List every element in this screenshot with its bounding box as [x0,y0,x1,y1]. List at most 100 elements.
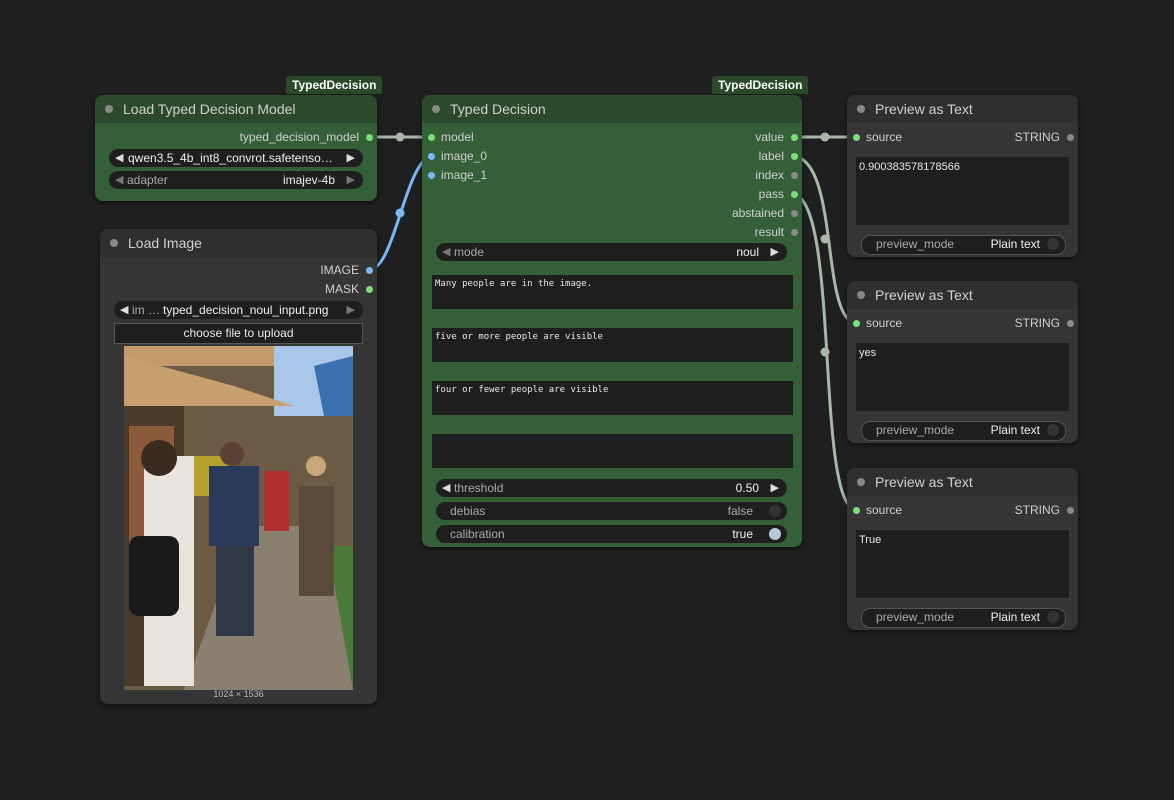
toggle-knob-icon[interactable] [1047,611,1059,623]
output-socket-string[interactable] [1067,320,1074,327]
output-socket-mask[interactable] [366,286,373,293]
left-arrow-icon[interactable]: ◀ [115,171,123,189]
output-socket-image[interactable] [366,267,373,274]
input-label: source [866,503,903,517]
output-socket-string[interactable] [1067,134,1074,141]
preview-text-node-2[interactable]: Preview as Text source STRING yes previe… [847,281,1078,443]
threshold-slider[interactable]: ◀ threshold 0.50 ▶ [436,479,787,497]
input-socket-source[interactable] [853,507,860,514]
input-socket-image0[interactable] [428,153,435,160]
preview-mode-toggle[interactable]: preview_mode Plain text [861,235,1066,255]
node-title-text: Typed Decision [450,101,546,117]
input-socket-model[interactable] [428,134,435,141]
prompt-textarea-4[interactable] [432,434,793,468]
output-label: label [758,149,784,163]
collapse-dot-icon[interactable] [105,105,113,113]
right-arrow-icon[interactable]: ▶ [347,171,355,189]
toggle-value: true [732,527,753,541]
node-title[interactable]: Preview as Text [847,281,1078,309]
collapse-dot-icon[interactable] [857,105,865,113]
output-label: value [755,130,784,144]
debias-toggle[interactable]: debias false [436,502,787,520]
slider-label: threshold [454,481,504,495]
node-title-text: Load Typed Decision Model [123,101,296,117]
preview-text[interactable]: 0.900383578178566 [856,157,1069,225]
toggle-knob-icon[interactable] [769,528,781,540]
collapse-dot-icon[interactable] [857,478,865,486]
output-label: STRING [1014,130,1060,144]
input-label: source [866,130,903,144]
toggle-knob-icon[interactable] [1047,238,1059,250]
input-label: model [441,130,474,144]
toggle-label: debias [450,504,486,518]
calibration-toggle[interactable]: calibration true [436,525,787,543]
right-arrow-icon[interactable]: ▶ [771,479,779,497]
right-arrow-icon[interactable]: ▶ [347,301,355,319]
toggle-knob-icon[interactable] [1047,424,1059,436]
output-socket-index[interactable] [791,172,798,179]
node-title-text: Preview as Text [875,474,973,490]
output-socket-pass[interactable] [791,191,798,198]
image-dimensions: 1024 × 1536 [213,689,264,699]
input-label: image_0 [441,149,488,163]
typed-decision-node[interactable]: Typed Decision model image_0 image_1 val… [422,95,802,547]
output-socket-result[interactable] [791,229,798,236]
output-socket[interactable] [366,134,373,141]
input-socket-source[interactable] [853,134,860,141]
mode-combo[interactable]: ◀ mode noul ▶ [436,243,787,261]
preview-mode-toggle[interactable]: preview_mode Plain text [861,421,1066,441]
collapse-dot-icon[interactable] [110,239,118,247]
node-title[interactable]: Typed Decision [422,95,802,123]
preview-text[interactable]: True [856,530,1069,598]
input-socket-source[interactable] [853,320,860,327]
node-badge: TypedDecision [712,76,809,94]
output-label: typed_decision_model [239,130,359,144]
preview-mode-toggle[interactable]: preview_mode Plain text [861,608,1066,628]
preview-text-node-3[interactable]: Preview as Text source STRING True previ… [847,468,1078,630]
node-title[interactable]: Load Image [100,229,377,257]
output-socket-label[interactable] [791,153,798,160]
output-label: result [754,225,784,239]
output-socket-string[interactable] [1067,507,1074,514]
combo-label: adapter [127,173,168,187]
left-arrow-icon[interactable]: ◀ [115,149,123,167]
combo-label: im … [132,303,160,317]
toggle-value: false [727,504,753,518]
prompt-textarea-1[interactable]: Many people are in the image. [432,275,793,309]
prompt-textarea-3[interactable]: four or fewer people are visible [432,381,793,415]
collapse-dot-icon[interactable] [432,105,440,113]
node-title-text: Preview as Text [875,287,973,303]
adapter-combo[interactable]: ◀ adapter imajev-4b ▶ [109,171,363,189]
combo-label: mode [454,245,485,259]
load-image-node[interactable]: Load Image IMAGE MASK ◀ im … typed_decis… [100,229,377,704]
toggle-value: Plain text [990,610,1040,624]
preview-text[interactable]: yes [856,343,1069,411]
load-model-node[interactable]: Load Typed Decision Model typed_decision… [95,95,377,201]
upload-button[interactable]: choose file to upload [114,323,363,344]
node-title[interactable]: Load Typed Decision Model [95,95,377,123]
output-label: abstained [731,206,784,220]
model-combo[interactable]: ◀ qwen3.5_4b_int8_convrot.safetenso… ▶ [109,149,363,167]
left-arrow-icon[interactable]: ◀ [442,243,450,261]
toggle-value: Plain text [990,237,1040,251]
left-arrow-icon[interactable]: ◀ [120,301,128,319]
input-socket-image1[interactable] [428,172,435,179]
slider-value: 0.50 [735,481,759,495]
right-arrow-icon[interactable]: ▶ [771,243,779,261]
toggle-value: Plain text [990,423,1040,437]
toggle-knob-icon[interactable] [769,505,781,517]
toggle-label: preview_mode [876,237,955,251]
prompt-textarea-2[interactable]: five or more people are visible [432,328,793,362]
output-label: pass [758,187,784,201]
collapse-dot-icon[interactable] [857,291,865,299]
preview-text-node-1[interactable]: Preview as Text source STRING 0.90038357… [847,95,1078,257]
output-label: STRING [1014,503,1060,517]
output-socket-value[interactable] [791,134,798,141]
output-socket-abstained[interactable] [791,210,798,217]
image-combo[interactable]: ◀ im … typed_decision_noul_input.png ▶ [114,301,363,319]
right-arrow-icon[interactable]: ▶ [347,149,355,167]
node-title[interactable]: Preview as Text [847,468,1078,496]
image-preview [124,346,353,690]
left-arrow-icon[interactable]: ◀ [442,479,450,497]
node-title[interactable]: Preview as Text [847,95,1078,123]
